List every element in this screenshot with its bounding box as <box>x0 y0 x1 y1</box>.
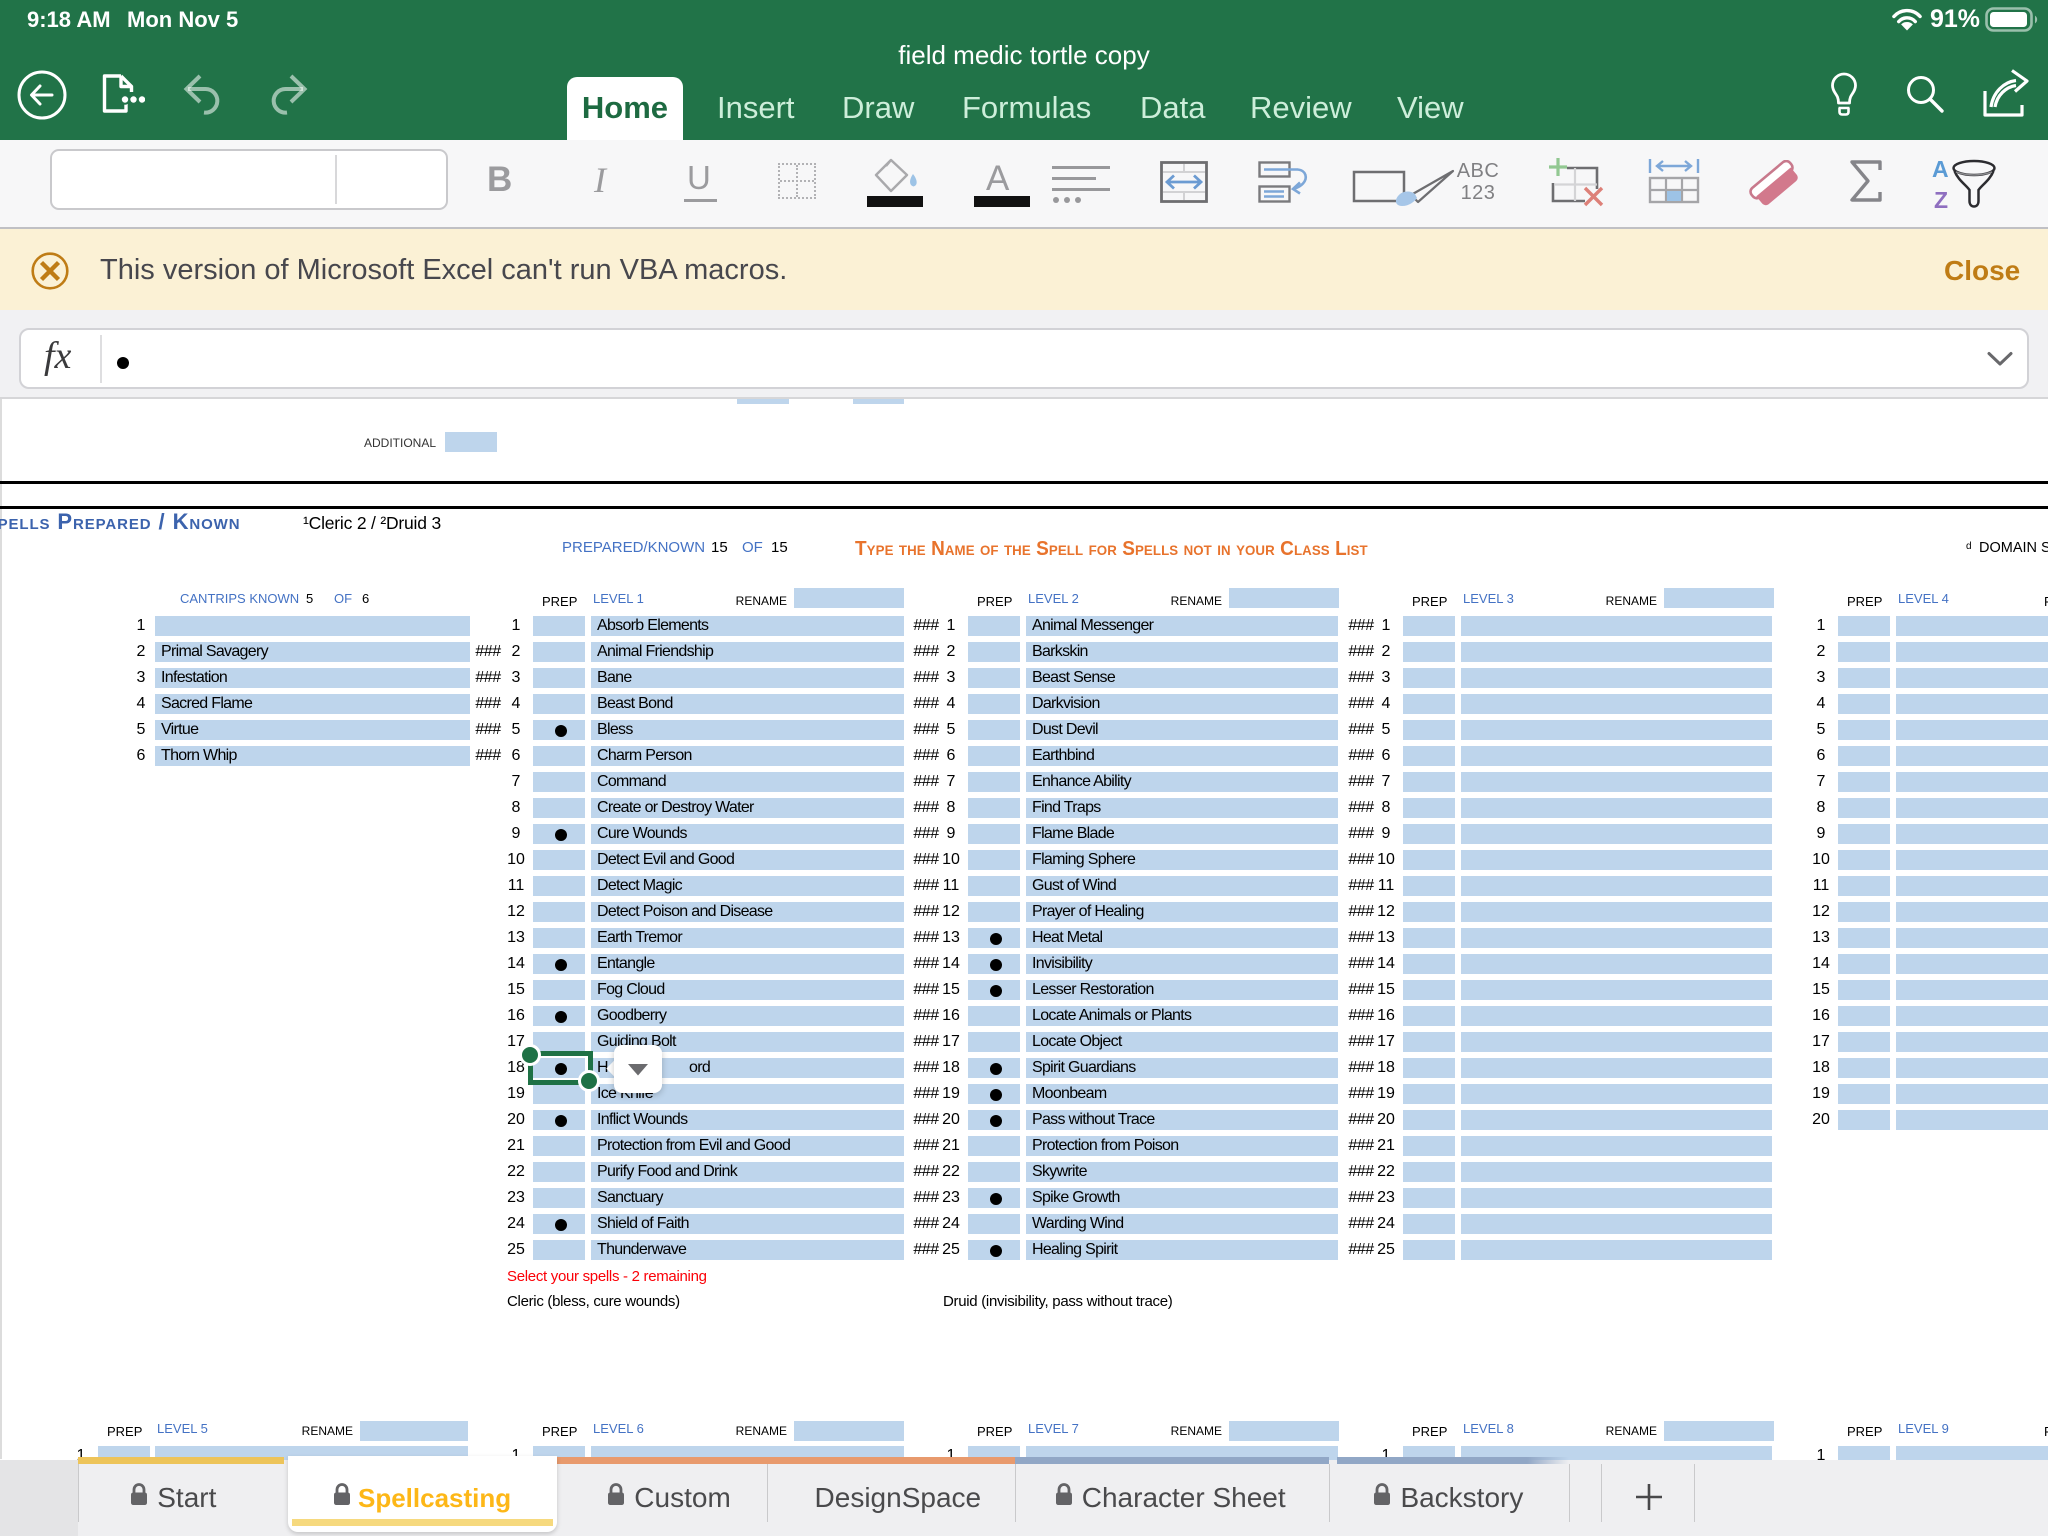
svg-text:A: A <box>1932 156 1949 182</box>
svg-text:Z: Z <box>1934 187 1948 211</box>
